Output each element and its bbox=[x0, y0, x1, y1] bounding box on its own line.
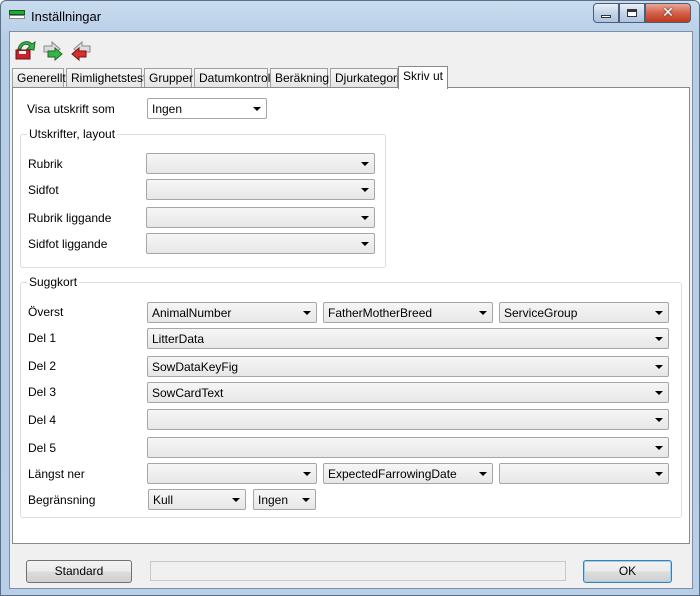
layout-group-title: Utskrifter, layout bbox=[27, 127, 118, 141]
status-field bbox=[150, 561, 566, 581]
chevron-down-icon bbox=[655, 337, 663, 341]
header-dropdown[interactable] bbox=[146, 153, 375, 174]
top-dropdown-1[interactable]: AnimalNumber bbox=[147, 302, 317, 323]
chevron-down-icon bbox=[655, 391, 663, 395]
app-icon bbox=[9, 10, 25, 20]
chevron-down-icon bbox=[655, 311, 663, 315]
toolbar bbox=[10, 32, 692, 66]
part-4-label: Del 4 bbox=[28, 413, 57, 427]
footer-landscape-label: Sidfot liggande bbox=[28, 237, 108, 251]
part-4-dropdown[interactable] bbox=[147, 409, 669, 430]
standard-button[interactable]: Standard bbox=[26, 560, 132, 583]
top-dropdown-2[interactable]: FatherMotherBreed bbox=[323, 302, 493, 323]
tab-grupper[interactable]: Grupper bbox=[144, 68, 193, 88]
title-bar[interactable]: Inställningar ✕ bbox=[1, 1, 699, 31]
tab-strip: Generellt Rimlighetstest Grupper Datumko… bbox=[12, 66, 692, 89]
chevron-down-icon bbox=[361, 242, 369, 246]
maximize-button[interactable] bbox=[619, 3, 645, 23]
tab-generellt[interactable]: Generellt bbox=[12, 68, 66, 88]
header-landscape-label: Rubrik liggande bbox=[28, 211, 112, 225]
tab-berakning[interactable]: Beräkning bbox=[270, 68, 329, 88]
back-button[interactable] bbox=[68, 38, 94, 62]
bottom-label: Längst ner bbox=[28, 467, 85, 481]
limit-dropdown-1[interactable]: Kull bbox=[148, 489, 246, 510]
tab-djurkategori[interactable]: Djurkategori bbox=[330, 68, 400, 88]
layout-group: Utskrifter, layout Rubrik Sidfot Rubrik … bbox=[20, 127, 386, 268]
chevron-down-icon bbox=[655, 446, 663, 450]
minimize-icon bbox=[601, 14, 611, 18]
chevron-down-icon bbox=[361, 162, 369, 166]
tab-datumkontroll[interactable]: Datumkontroll bbox=[194, 68, 273, 88]
top-dropdown-3[interactable]: ServiceGroup bbox=[499, 302, 669, 323]
part-5-label: Del 5 bbox=[28, 441, 57, 455]
tab-skriv-ut[interactable]: Skriv ut bbox=[398, 66, 448, 89]
client-area: Generellt Rimlighetstest Grupper Datumko… bbox=[9, 31, 693, 589]
maximize-icon bbox=[627, 9, 637, 17]
part-3-dropdown[interactable]: SowCardText bbox=[147, 382, 669, 403]
chevron-down-icon bbox=[303, 311, 311, 315]
tab-rimlighetstest[interactable]: Rimlighetstest bbox=[66, 68, 146, 88]
part-2-label: Del 2 bbox=[28, 359, 57, 373]
save-icon bbox=[15, 40, 36, 60]
part-1-label: Del 1 bbox=[28, 331, 57, 345]
forward-button[interactable] bbox=[40, 38, 66, 62]
chevron-down-icon bbox=[361, 216, 369, 220]
bottom-dropdown-2[interactable]: ExpectedFarrowingDate bbox=[323, 463, 493, 484]
part-3-label: Del 3 bbox=[28, 385, 57, 399]
part-2-dropdown[interactable]: SowDataKeyFig bbox=[147, 356, 669, 377]
close-icon: ✕ bbox=[662, 5, 674, 21]
chevron-down-icon bbox=[253, 107, 261, 111]
chevron-down-icon bbox=[302, 498, 310, 502]
header-landscape-dropdown[interactable] bbox=[146, 207, 375, 228]
chevron-down-icon bbox=[232, 498, 240, 502]
chevron-down-icon bbox=[479, 472, 487, 476]
chevron-down-icon bbox=[361, 188, 369, 192]
chevron-down-icon bbox=[655, 418, 663, 422]
sow-card-group: Suggkort Överst AnimalNumber FatherMothe… bbox=[20, 275, 682, 518]
sow-card-group-title: Suggkort bbox=[27, 275, 80, 289]
bottom-dropdown-1[interactable] bbox=[147, 463, 317, 484]
back-icon bbox=[71, 40, 91, 62]
ok-button[interactable]: OK bbox=[583, 560, 672, 583]
limit-label: Begränsning bbox=[28, 493, 96, 507]
footer-landscape-dropdown[interactable] bbox=[146, 233, 375, 254]
top-label: Överst bbox=[28, 305, 64, 319]
chevron-down-icon bbox=[479, 311, 487, 315]
minimize-button[interactable] bbox=[593, 3, 619, 23]
footer-label: Sidfot bbox=[28, 183, 59, 197]
window-title: Inställningar bbox=[31, 9, 102, 24]
bottom-dropdown-3[interactable] bbox=[499, 463, 669, 484]
print-as-dropdown[interactable]: Ingen bbox=[147, 98, 267, 119]
tab-page-skriv-ut: Visa utskrift som Ingen Utskrifter, layo… bbox=[12, 87, 690, 544]
chevron-down-icon bbox=[655, 365, 663, 369]
header-label: Rubrik bbox=[28, 157, 63, 171]
chevron-down-icon bbox=[655, 472, 663, 476]
footer-dropdown[interactable] bbox=[146, 179, 375, 200]
save-button[interactable] bbox=[12, 38, 38, 62]
part-1-dropdown[interactable]: LitterData bbox=[147, 328, 669, 349]
print-as-label: Visa utskrift som bbox=[27, 102, 115, 116]
forward-icon bbox=[43, 40, 63, 62]
chevron-down-icon bbox=[303, 472, 311, 476]
bottom-bar: Standard OK bbox=[10, 548, 692, 588]
settings-window: Inställningar ✕ Generellt Rimlighetstest… bbox=[0, 0, 700, 596]
limit-dropdown-2[interactable]: Ingen bbox=[253, 489, 316, 510]
part-5-dropdown[interactable] bbox=[147, 437, 669, 458]
close-button[interactable]: ✕ bbox=[645, 3, 691, 23]
